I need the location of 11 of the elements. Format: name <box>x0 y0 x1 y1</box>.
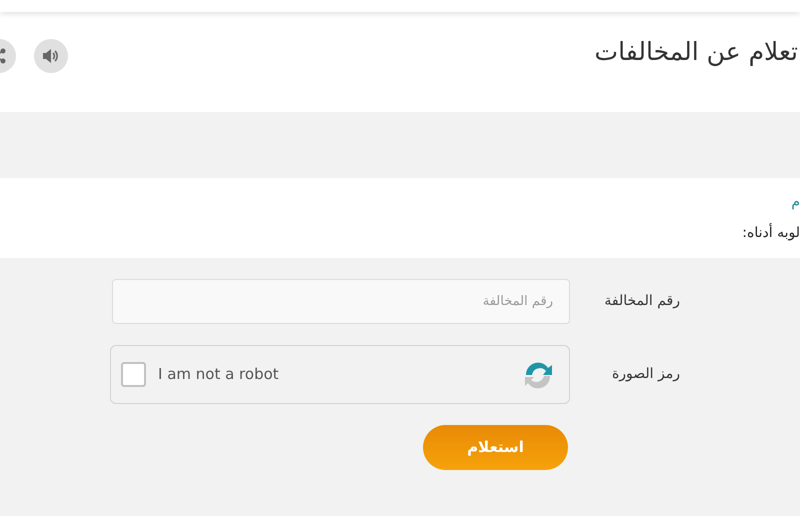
captcha-checkbox[interactable] <box>121 362 146 387</box>
intro-text: لوبه أدناه: <box>742 223 800 243</box>
captcha-label: I am not a robot <box>158 364 279 386</box>
violation-number-field[interactable]: رقم المخالفة <box>112 279 570 324</box>
field-label: رقم المخالفة <box>603 292 680 311</box>
field-label: رمز الصورة <box>610 365 680 384</box>
submit-button[interactable]: استعلام <box>423 425 568 470</box>
intro-link[interactable]: م <box>791 192 800 213</box>
page-title: تعلام عن المخالفات <box>594 36 798 68</box>
speaker-icon <box>42 48 60 64</box>
speaker-button[interactable] <box>34 39 68 73</box>
